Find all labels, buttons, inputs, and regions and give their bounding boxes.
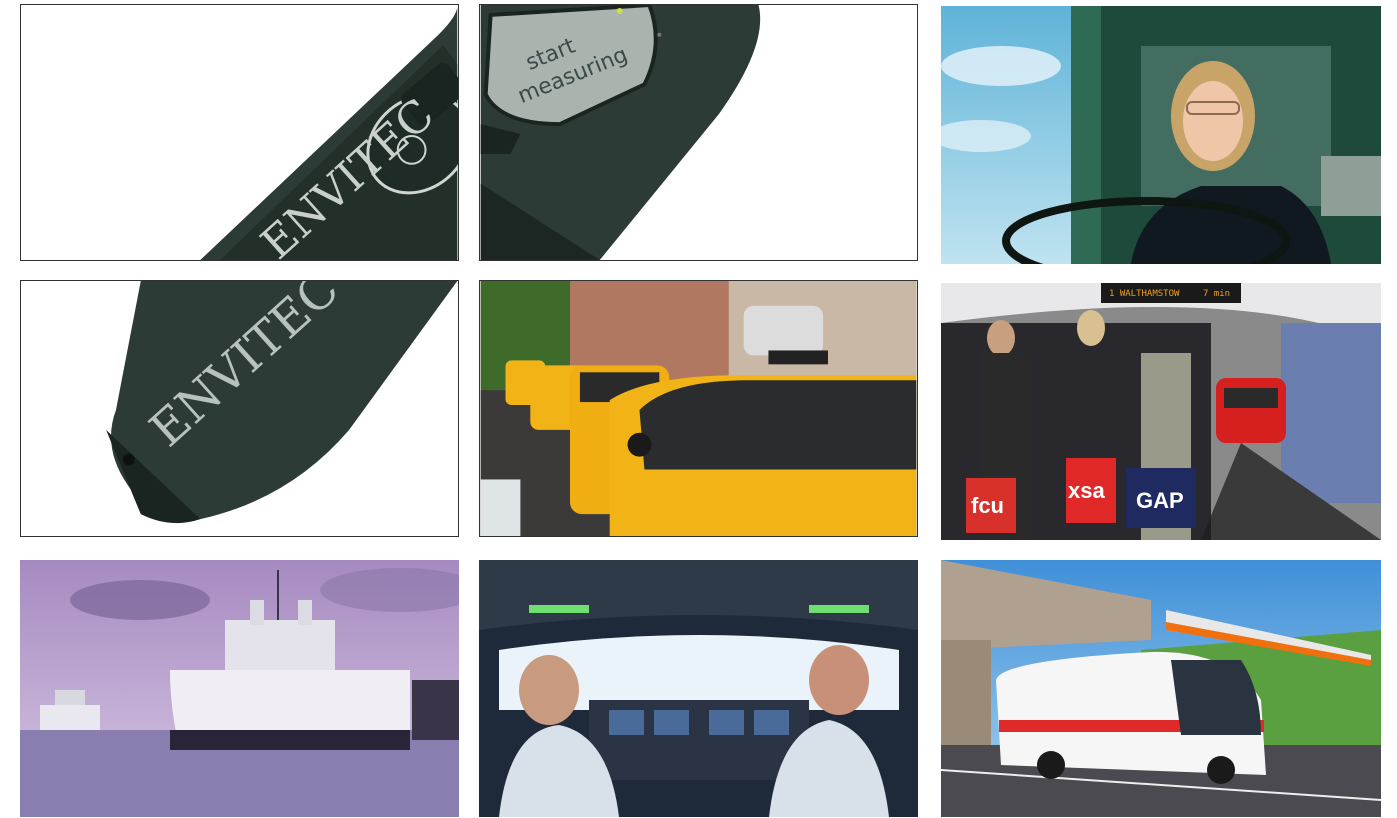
device-tip-photo: ENVITEC <box>20 280 459 537</box>
coach-and-train-photo <box>941 560 1381 817</box>
svg-text:xsa: xsa <box>1068 478 1105 503</box>
cockpit-photo <box>479 560 918 817</box>
taxi-queue-photo <box>479 280 918 537</box>
device-buttons-photo: ENVITEC <box>20 4 459 261</box>
subway-platform-illustration: 1 WALTHAMSTOW 7 min fcu xsa GAP <box>941 283 1381 540</box>
departure-time: 7 min <box>1203 289 1230 299</box>
departure-destination: 1 WALTHAMSTOW <box>1109 289 1180 299</box>
bus-driver-photo <box>941 6 1381 264</box>
ferry-photo <box>20 560 459 817</box>
device-lcd-photo: start measuring <box>479 4 918 261</box>
shopping-bag-fcuk: fcu <box>966 478 1016 533</box>
taxi-roof-sign <box>743 305 824 356</box>
device-tip-illustration: ENVITEC <box>21 281 458 536</box>
ferry-illustration <box>20 560 459 817</box>
cockpit-illustration <box>479 560 918 817</box>
shopping-bag-gap: GAP <box>1126 468 1196 528</box>
device-buttons-illustration: ENVITEC <box>21 5 458 260</box>
subway-platform-photo: 1 WALTHAMSTOW 7 min fcu xsa GAP <box>941 283 1381 540</box>
coach-and-train-illustration <box>941 560 1381 817</box>
train <box>1216 378 1286 443</box>
svg-text:fcu: fcu <box>971 493 1004 518</box>
taxi-queue-illustration <box>480 281 917 536</box>
svg-text:GAP: GAP <box>1136 488 1184 513</box>
tunnel-wall-posters <box>1281 323 1381 503</box>
device-lcd-illustration: start measuring <box>480 5 917 260</box>
coach-bus <box>996 651 1266 784</box>
bus-driver-illustration <box>941 6 1381 264</box>
shopping-bag-selfridges: xsa <box>1066 458 1116 523</box>
